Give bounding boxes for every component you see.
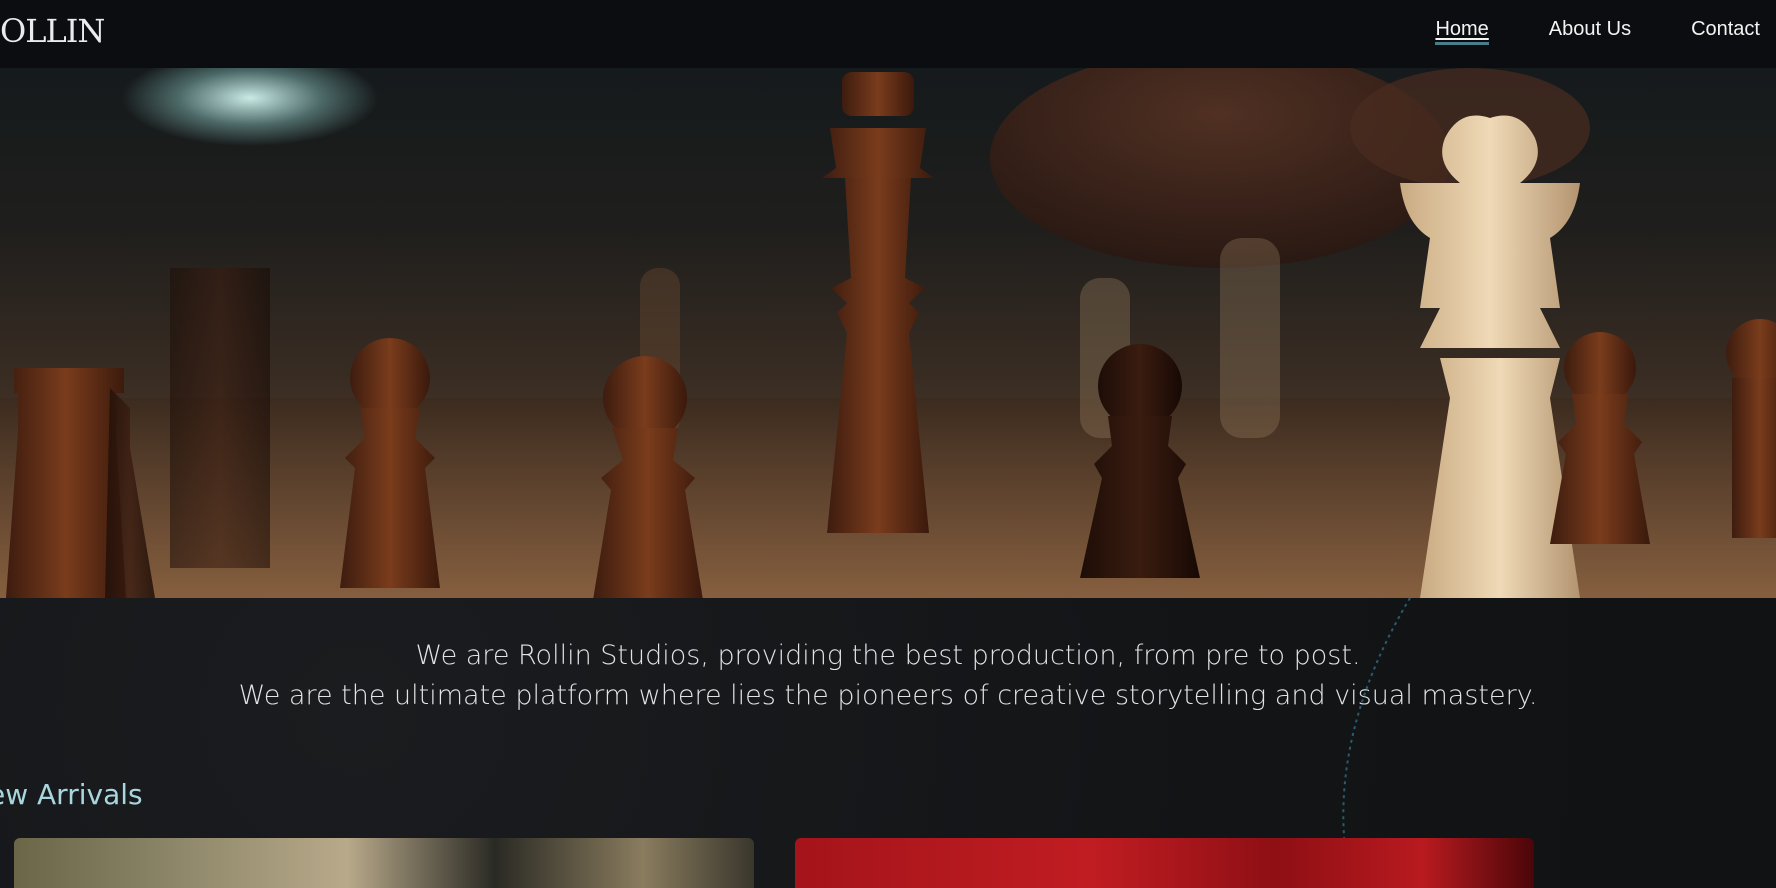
page: OLLIN Home About Us Contact We are Rolli…	[0, 0, 1776, 888]
arrival-card-1[interactable]	[14, 838, 754, 888]
logo[interactable]: OLLIN	[0, 12, 105, 50]
nav-home-link[interactable]: Home	[1435, 18, 1490, 45]
arrival-card-2[interactable]	[795, 838, 1534, 888]
chess-pieces-image	[0, 68, 1776, 598]
nav-about-link[interactable]: About Us	[1549, 18, 1631, 41]
site-header: OLLIN Home About Us Contact	[0, 0, 1776, 68]
nav-contact-link[interactable]: Contact	[1691, 18, 1760, 41]
hero-image	[0, 68, 1776, 598]
intro-line-2: We are the ultimate platform where lies …	[238, 680, 1538, 711]
main-nav: Home About Us Contact	[1375, 18, 1760, 45]
intro-text: We are Rollin Studios, providing the bes…	[0, 636, 1776, 716]
intro-line-1: We are Rollin Studios, providing the bes…	[415, 640, 1361, 671]
new-arrivals-title: ew Arrivals	[0, 778, 143, 811]
